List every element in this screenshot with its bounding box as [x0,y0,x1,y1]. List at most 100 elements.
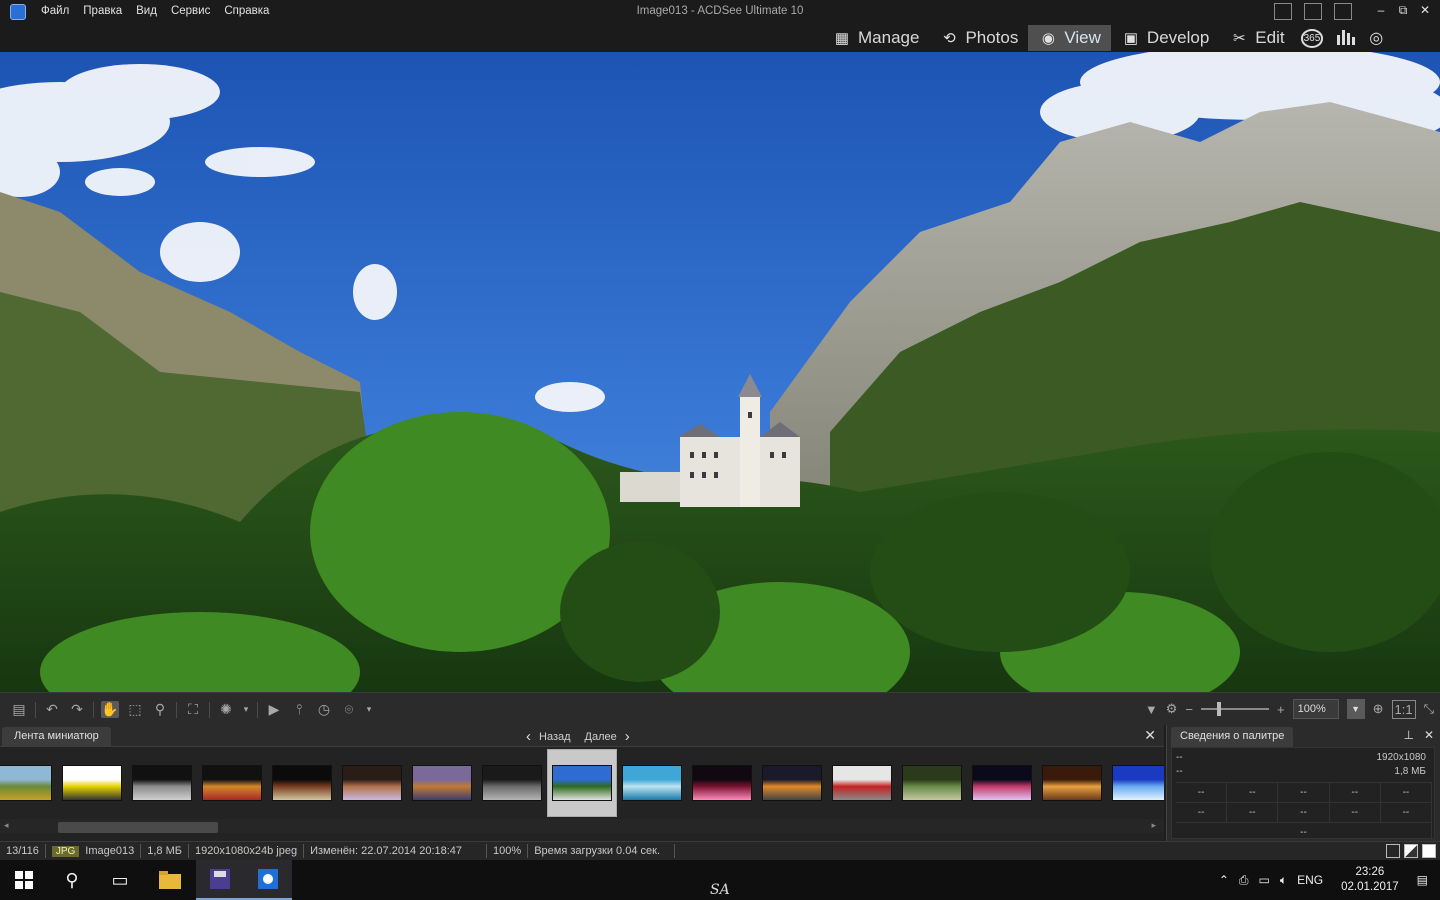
actual-size-button[interactable]: 1:1 [1391,699,1416,719]
mode-view[interactable]: ◉ View [1028,25,1111,51]
scroll-right-icon[interactable]: ▸ [1151,820,1156,831]
thumbnail[interactable] [1042,765,1102,801]
thumbnail[interactable] [762,765,822,801]
pin-icon[interactable]: ⊥ [1403,728,1413,742]
menu-tools[interactable]: Сервис [164,5,217,17]
acdsee-365-icon[interactable]: 365 [1300,28,1324,48]
adjust-icon[interactable]: ⫯ [290,701,308,718]
zoom-dropdown-button[interactable]: ▼ [1346,699,1365,719]
next-arrow-icon[interactable]: › [625,728,630,745]
thumbnail[interactable] [972,765,1032,801]
view-toggle-half-icon[interactable] [1404,844,1418,858]
thumbnail[interactable] [342,765,402,801]
start-button[interactable] [0,860,48,900]
thumbnail[interactable] [692,765,752,801]
thumbnail[interactable] [62,765,122,801]
usb-icon[interactable]: ⎙ [1239,873,1249,888]
menu-edit[interactable]: Правка [76,5,129,17]
search-icon[interactable]: ⚲ [48,860,96,900]
rotate-left-icon[interactable]: ↶ [43,701,61,718]
timer-icon[interactable]: ◷ [315,701,333,718]
fullscreen-icon[interactable]: ⛶ [184,701,202,718]
thumbnail[interactable] [622,765,682,801]
mode-manage[interactable]: ▦ Manage [822,25,929,51]
filter-icon[interactable]: ▼ [1145,702,1158,717]
next-link[interactable]: Далее [585,731,617,743]
zoom-slider[interactable] [1201,702,1270,716]
mode-develop[interactable]: ▣ Develop [1111,25,1219,51]
network-icon[interactable]: ▭ [1259,873,1270,887]
mode-edit[interactable]: ✂ Edit [1219,25,1294,51]
expand-icon[interactable]: ⤡ [1424,701,1434,717]
zoom-controls: ▼ ⚙ − + 100% ▼ ⊕ 1:1 ⤡ [1145,699,1434,719]
view-toggle-check-icon[interactable] [1422,844,1436,858]
volume-icon[interactable]: 🔈︎ [1280,873,1287,888]
task-view-icon[interactable]: ▭ [96,860,144,900]
layout-right-panel-icon[interactable] [1334,3,1352,20]
acdsee-taskbar-icon[interactable] [244,860,292,900]
zoom-input[interactable]: 100% [1292,699,1339,719]
menu-help[interactable]: Справка [217,5,276,17]
close-palette-icon[interactable]: ✕ [1424,728,1434,742]
layout-left-panel-icon[interactable] [1274,3,1292,20]
restore-button[interactable]: ⧉ [1392,3,1414,18]
toolbar-tools: ▤ ↶ ↷ ✋ ⬚ ⚲ ⛶ ✺ ▾ ▶ ⫯ ◷ ⌾ ▾ [10,701,373,718]
dropdown-arrow-icon[interactable]: ▾ [365,704,373,715]
palette-controls: ⊥ ✕ [1403,728,1434,742]
back-link[interactable]: Назад [539,731,571,743]
menu-view[interactable]: Вид [129,5,164,17]
menu-file[interactable]: Файл [34,5,76,17]
auto-lens-icon[interactable]: ✺ [217,701,235,718]
thumbnail[interactable] [832,765,892,801]
palette-cell: -- [1381,783,1433,802]
thumbnail[interactable] [132,765,192,801]
save-icon[interactable]: ▤ [10,701,28,718]
language-indicator[interactable]: ENG [1297,873,1323,887]
thumbnail[interactable] [272,765,332,801]
window-controls: – ⧉ ✕ [1370,3,1436,18]
thumbnail[interactable] [902,765,962,801]
notifications-icon[interactable]: ▤ [1417,873,1428,887]
select-tool-icon[interactable]: ⬚ [126,701,144,718]
back-arrow-icon[interactable]: ‹ [526,728,531,745]
thumbnail[interactable] [412,765,472,801]
histogram-icon[interactable] [1335,27,1357,50]
settings-icon[interactable]: ⚙ [1166,701,1178,717]
zoom-in-icon[interactable]: + [1277,702,1285,717]
minimize-button[interactable]: – [1370,3,1392,18]
mode-bar: ▦ Manage ⟲ Photos ◉ View ▣ Develop ✂ Edi… [0,24,1440,52]
mode-edit-label: Edit [1255,28,1285,47]
acdsee-app-icon[interactable] [10,4,26,20]
dashboard-eye-icon[interactable]: ◎ [1369,28,1383,48]
filmstrip-scrollbar[interactable]: ◂ ▸ [0,819,1164,833]
zoom-out-icon[interactable]: − [1185,702,1193,717]
zoom-slider-handle[interactable] [1217,702,1222,716]
close-button[interactable]: ✕ [1414,3,1436,18]
hand-tool-icon[interactable]: ✋ [101,701,119,718]
tab-palette-info[interactable]: Сведения о палитре [1171,727,1294,747]
zoom-fit-icon[interactable]: ⊕ [1373,701,1384,717]
dropdown-arrow-icon[interactable]: ▾ [242,704,250,715]
image-viewer[interactable] [0,52,1440,692]
scroll-left-icon[interactable]: ◂ [4,820,9,831]
layout-bottom-panel-icon[interactable] [1304,3,1322,20]
clock[interactable]: 23:26 02.01.2017 [1341,865,1399,895]
scrollbar-thumb[interactable] [58,822,218,833]
tab-filmstrip[interactable]: Лента миниатюр [2,727,111,747]
mode-photos[interactable]: ⟲ Photos [929,25,1028,51]
tray-chevron-icon[interactable]: ⌃ [1219,873,1229,887]
rotate-right-icon[interactable]: ↷ [68,701,86,718]
thumbnail-selected[interactable] [552,765,612,801]
thumbnail[interactable] [202,765,262,801]
thumbnail[interactable] [0,765,52,801]
thumbnail[interactable] [482,765,542,801]
thumbnail[interactable] [1112,765,1164,801]
save-app-icon[interactable] [196,860,244,900]
view-toggle-empty-icon[interactable] [1386,844,1400,858]
system-tray: ⌃ ⎙ ▭ 🔈︎ ENG 23:26 02.01.2017 ▤ [1219,860,1440,900]
close-filmstrip-icon[interactable]: ✕ [1144,727,1156,744]
zoom-tool-icon[interactable]: ⚲ [151,701,169,718]
slideshow-icon[interactable]: ▶ [265,701,283,718]
file-explorer-icon[interactable] [146,860,194,900]
focus-icon[interactable]: ⌾ [340,701,358,718]
